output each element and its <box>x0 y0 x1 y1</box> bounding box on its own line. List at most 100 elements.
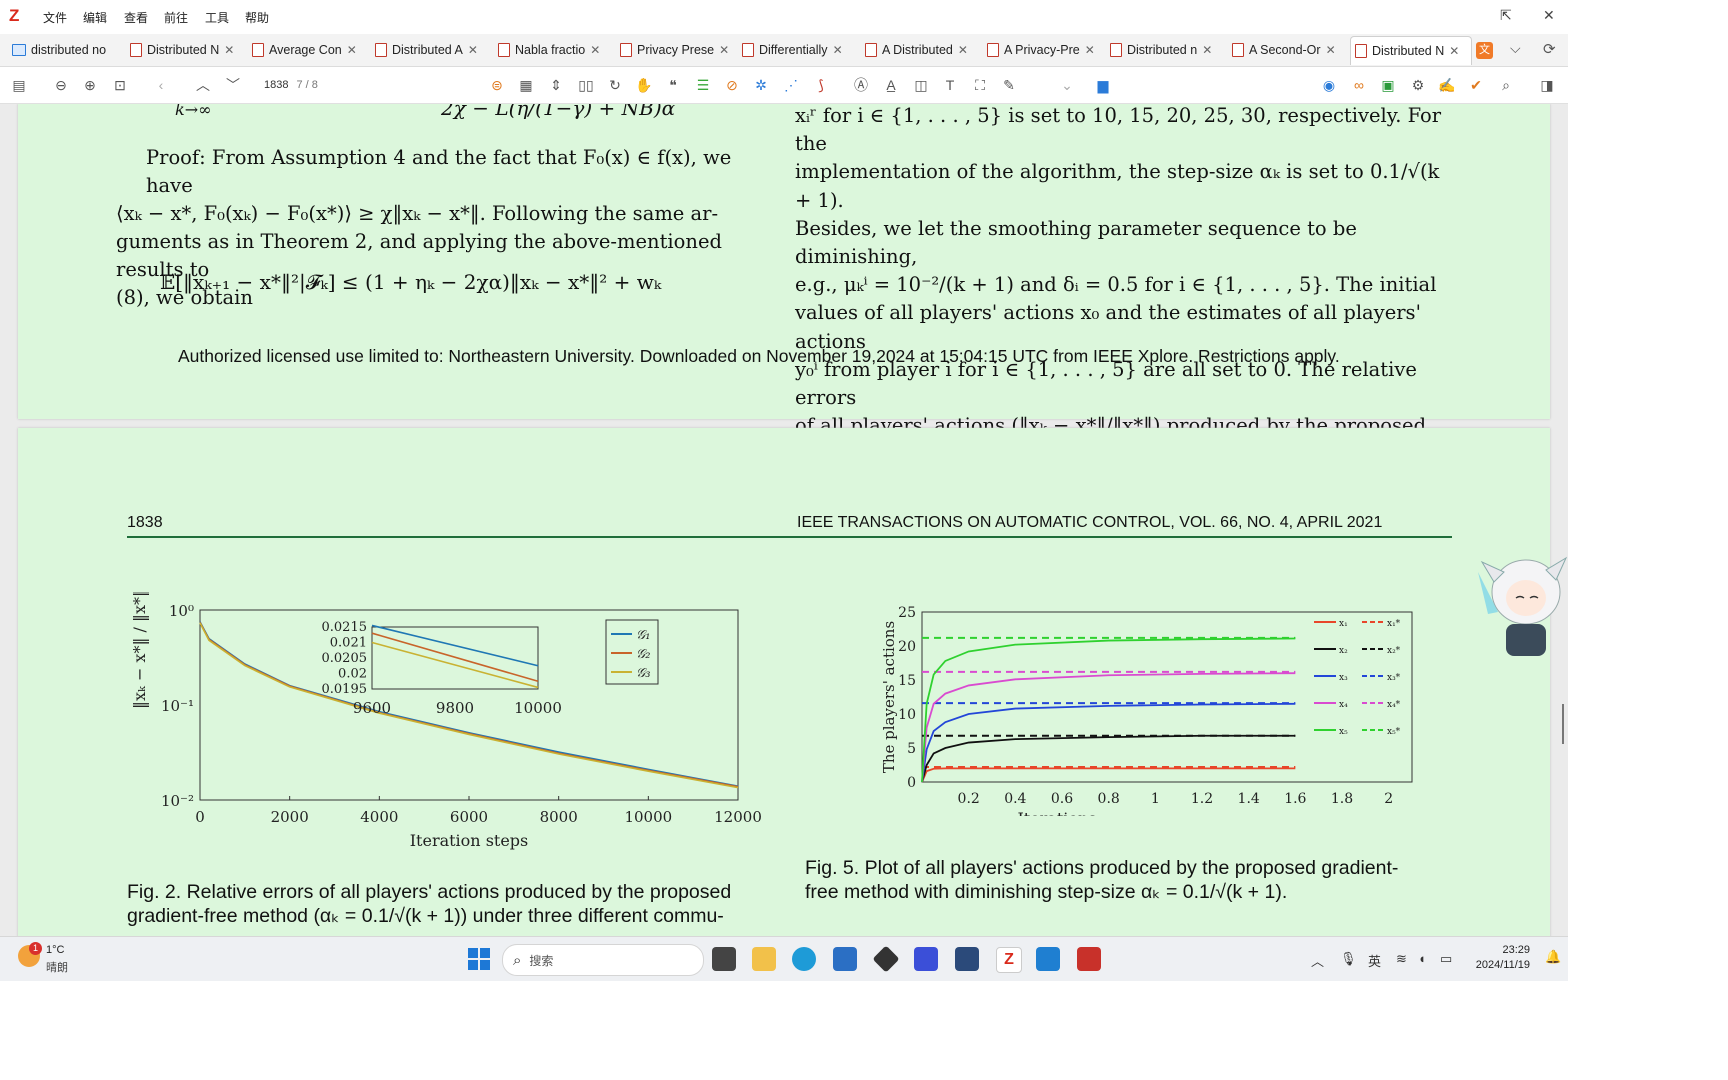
volume-icon[interactable]: ◖ <box>1418 951 1426 966</box>
crop-icon[interactable]: ⛶ <box>971 76 989 94</box>
weather-desc: 晴朗 <box>46 962 68 974</box>
excel-icon[interactable]: ▣ <box>1379 76 1397 94</box>
close-tab-icon[interactable]: ✕ <box>833 43 843 57</box>
annotate-icon[interactable]: ▦ <box>517 76 535 94</box>
page-number-input[interactable]: 1838 <box>264 79 288 91</box>
text-tool-icon[interactable]: T <box>941 76 959 94</box>
note-icon[interactable]: ◫ <box>912 76 930 94</box>
scrollbar-thumb[interactable] <box>1562 704 1564 744</box>
eye-icon[interactable]: ◉ <box>1320 76 1338 94</box>
spread-mode-icon[interactable]: ▯▯ <box>577 76 595 94</box>
windows-start-icon[interactable] <box>468 948 490 970</box>
minimize-icon[interactable]: ⇱ <box>1500 7 1512 24</box>
math-app-icon[interactable] <box>914 947 938 971</box>
close-tab-icon[interactable]: ✕ <box>590 43 600 57</box>
menu-view[interactable]: 查看 <box>124 9 148 26</box>
color-dropdown-icon[interactable]: ⌄ <box>1058 76 1076 94</box>
tab-10[interactable]: A Second-Or ✕ <box>1232 36 1344 64</box>
fig2-ytick-label: 10⁰ <box>169 602 194 620</box>
close-tab-icon[interactable]: ✕ <box>347 43 357 57</box>
close-tab-icon[interactable]: ✕ <box>1085 43 1095 57</box>
clock-time: 23:29 <box>1502 944 1530 956</box>
zoom-in-icon[interactable]: ⊕ <box>81 76 99 94</box>
notifications-icon[interactable]: 🔔 <box>1545 949 1561 965</box>
next-page-icon[interactable]: ﹀ <box>224 76 242 94</box>
menu-file[interactable]: 文件 <box>43 9 67 26</box>
menu-edit[interactable]: 编辑 <box>83 9 107 26</box>
vscode-icon[interactable] <box>1036 947 1060 971</box>
ime-indicator[interactable]: 英 <box>1368 951 1381 970</box>
close-tab-icon[interactable]: ✕ <box>468 43 478 57</box>
tab-11-active[interactable]: Distributed N ✕ <box>1350 36 1472 65</box>
glasses-icon[interactable]: ∞ <box>1350 76 1368 94</box>
text-underline-icon[interactable]: A̲ <box>882 76 900 94</box>
recorder-icon[interactable] <box>1077 947 1101 971</box>
tab-2[interactable]: Average Con ✕ <box>252 36 364 64</box>
document-viewer[interactable]: k→∞ 2χ − L(η/(1−γ) + NB)α Proof: From As… <box>0 104 1568 936</box>
scroll-mode-icon[interactable]: ⇕ <box>547 76 565 94</box>
close-tab-icon[interactable]: ✕ <box>719 43 729 57</box>
rotate-icon[interactable]: ↻ <box>606 76 624 94</box>
tab-7[interactable]: A Distributed ✕ <box>865 36 977 64</box>
fit-page-icon[interactable]: ⊡ <box>111 76 129 94</box>
file-explorer-icon[interactable] <box>752 947 776 971</box>
tray-chevron-icon[interactable]: ︿ <box>1311 951 1324 970</box>
mindmap-icon[interactable]: ✲ <box>752 76 770 94</box>
close-tab-icon[interactable]: ✕ <box>224 43 234 57</box>
close-tab-icon[interactable]: ✕ <box>1202 43 1212 57</box>
app-person-icon[interactable] <box>955 947 979 971</box>
close-tab-icon[interactable]: ✕ <box>1449 44 1459 58</box>
tab-9[interactable]: Distributed n ✕ <box>1110 36 1222 64</box>
sidebar-toggle-icon[interactable]: ▤ <box>10 76 28 94</box>
menu-help[interactable]: 帮助 <box>245 9 269 26</box>
microphone-icon[interactable]: 🎙 <box>1340 951 1357 967</box>
taskbar-search-box[interactable]: ⌕ 搜索 <box>502 944 704 976</box>
hand-tool-icon[interactable]: ✋ <box>635 76 653 94</box>
proof-line: Proof: From Assumption 4 and the fact th… <box>146 146 732 197</box>
menu-tools[interactable]: 工具 <box>205 9 229 26</box>
outline-icon[interactable]: ☰ <box>694 76 712 94</box>
link-icon[interactable]: ⊘ <box>723 76 741 94</box>
close-window-icon[interactable]: ✕ <box>1543 7 1555 24</box>
tab-6[interactable]: Differentially ✕ <box>742 36 854 64</box>
page-number-field[interactable]: 1838 7 / 8 <box>250 76 328 94</box>
tab-1[interactable]: Distributed N ✕ <box>130 36 242 64</box>
pdf-tool-icon[interactable]: ⟆ <box>812 76 830 94</box>
prev-page-icon[interactable]: ︿ <box>194 76 212 94</box>
zoom-out-icon[interactable]: ⊖ <box>52 76 70 94</box>
zotero-taskbar-icon[interactable]: Z <box>996 947 1022 973</box>
menu-go[interactable]: 前往 <box>164 9 188 26</box>
pdf-icon <box>498 43 510 57</box>
task-view-icon[interactable] <box>712 947 736 971</box>
notes-icon[interactable]: ✍ <box>1438 76 1456 94</box>
tab-3[interactable]: Distributed A ✕ <box>375 36 487 64</box>
read-aloud-icon[interactable]: ⊜ <box>488 76 506 94</box>
text-box-icon[interactable]: Ⓐ <box>852 76 870 94</box>
search-icon[interactable]: ⌕ <box>1497 76 1515 94</box>
tab-list-chevron-icon[interactable]: ⌵ <box>1510 40 1521 57</box>
tab-0[interactable]: distributed no <box>12 36 122 64</box>
fig5-legend-label: x₂ <box>1339 646 1348 656</box>
wifi-icon[interactable]: ≋ <box>1396 951 1407 967</box>
battery-icon[interactable]: ▭ <box>1440 951 1452 967</box>
close-tab-icon[interactable]: ✕ <box>958 43 968 57</box>
tab-4[interactable]: Nabla fractio ✕ <box>498 36 610 64</box>
folder-dropdown-icon[interactable]: ▆ <box>1094 76 1112 94</box>
translate-icon[interactable]: 文 <box>1476 42 1493 59</box>
clock[interactable]: 23:29 2024/11/19 <box>1468 943 1530 973</box>
settings-icon[interactable]: ⚙ <box>1409 76 1427 94</box>
close-tab-icon[interactable]: ✕ <box>1326 43 1336 57</box>
sync-icon[interactable]: ⟳ <box>1543 40 1556 58</box>
right-panel-icon[interactable]: ◨ <box>1538 76 1556 94</box>
edge-browser-icon[interactable] <box>792 947 816 971</box>
quote-icon[interactable]: ❝ <box>664 76 682 94</box>
store-icon[interactable] <box>833 947 857 971</box>
tab-8[interactable]: A Privacy-Pre ✕ <box>987 36 1099 64</box>
graph-icon[interactable]: ⋰ <box>782 76 800 94</box>
mascot-character-icon[interactable] <box>1476 552 1568 664</box>
check-icon[interactable]: ✔ <box>1467 76 1485 94</box>
draw-icon[interactable]: ✎ <box>1000 76 1018 94</box>
tab-5[interactable]: Privacy Prese ✕ <box>620 36 732 64</box>
back-icon[interactable]: ‹ <box>152 76 170 94</box>
app-cube-icon[interactable] <box>872 945 900 973</box>
